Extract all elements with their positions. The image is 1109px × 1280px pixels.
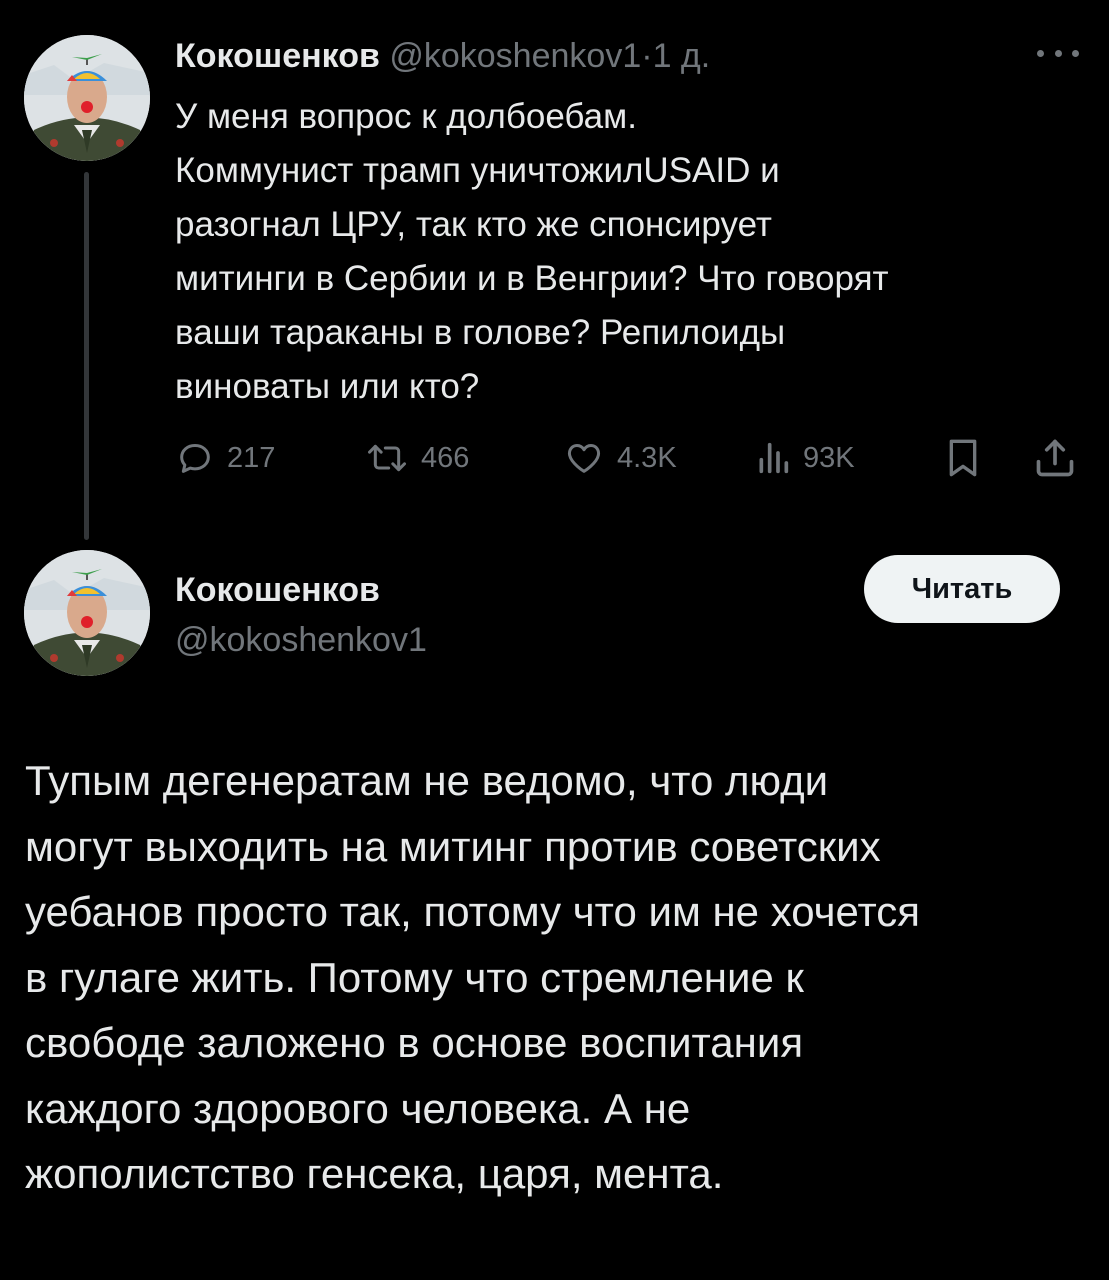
like-icon: [567, 444, 601, 473]
author-handle[interactable]: @kokoshenkov1: [389, 37, 641, 75]
profile-avatar[interactable]: [24, 550, 150, 676]
avatar-image: [24, 550, 150, 676]
tweet-timestamp[interactable]: 1 д.: [653, 37, 711, 75]
follow-button[interactable]: Читать: [864, 555, 1060, 623]
author-avatar[interactable]: [24, 35, 150, 161]
repost-button[interactable]: 466: [365, 430, 469, 486]
share-button[interactable]: [1033, 430, 1077, 486]
like-count: 4.3K: [617, 441, 677, 474]
bookmark-button[interactable]: [943, 430, 983, 486]
tweet-text-main: Тупым дегенератам не ведомо, что люди мо…: [25, 757, 921, 1197]
tweet-action-bar: 217 466 4.3K 93K: [175, 430, 1080, 486]
profile-name[interactable]: Кокошенков: [175, 568, 380, 612]
separator-dot: ·: [641, 37, 653, 75]
profile-handle[interactable]: @kokoshenkov1: [175, 618, 427, 662]
repost-count: 466: [421, 441, 470, 474]
author-name[interactable]: Кокошенков: [175, 37, 380, 75]
tweet-text: У меня вопрос к долбоебам. Коммунист тра…: [175, 97, 889, 406]
repost-icon: [368, 444, 406, 472]
reply-icon: [180, 444, 210, 473]
bookmark-icon: [949, 439, 977, 477]
views-count: 93K: [803, 441, 855, 474]
reply-count: 217: [227, 441, 276, 474]
more-horizontal-icon[interactable]: [1037, 42, 1079, 64]
tweet-header: Кокошенков @kokoshenkov1·1 д.: [175, 34, 710, 78]
views-icon: [759, 442, 789, 474]
share-icon: [1036, 439, 1074, 477]
avatar-image: [24, 35, 150, 161]
views-button[interactable]: 93K: [755, 430, 855, 486]
reply-button[interactable]: 217: [175, 430, 275, 486]
thread-connector-line: [84, 172, 89, 540]
like-button[interactable]: 4.3K: [563, 430, 677, 486]
